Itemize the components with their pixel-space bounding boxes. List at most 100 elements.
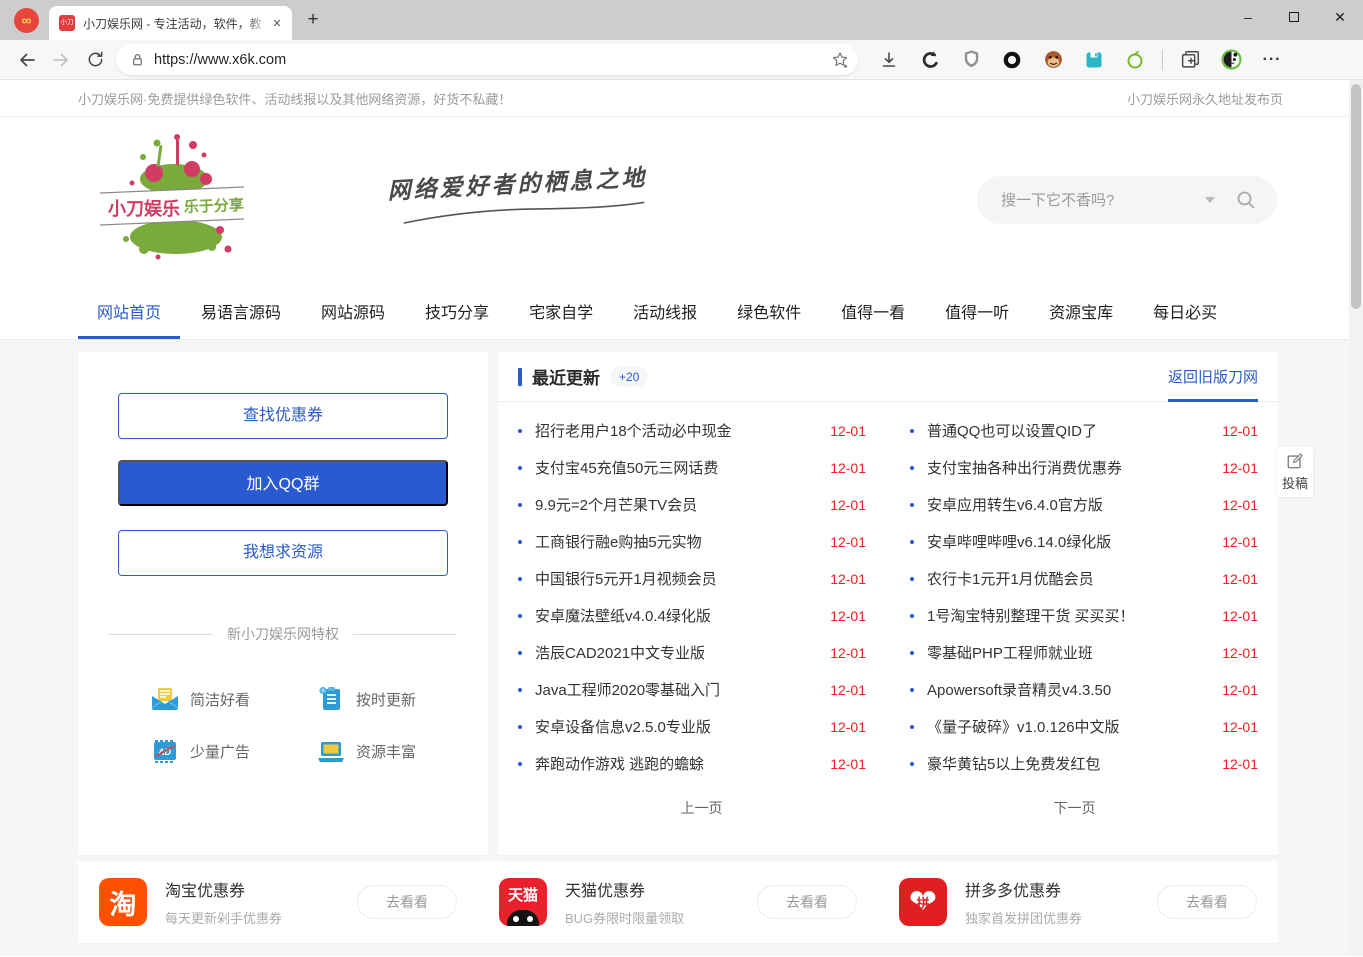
item-title[interactable]: 农行卡1元开1月优酷会员 bbox=[927, 568, 1212, 589]
extension-undo-button[interactable] bbox=[916, 46, 944, 74]
feature-label: 简洁好看 bbox=[190, 689, 250, 710]
search-icon[interactable] bbox=[1235, 189, 1257, 211]
item-title[interactable]: 《量子破碎》v1.0.126中文版 bbox=[927, 716, 1212, 737]
download-button[interactable] bbox=[875, 46, 903, 74]
forward-button[interactable] bbox=[44, 43, 78, 77]
nav-item-resource-treasury[interactable]: 资源宝库 bbox=[1049, 283, 1113, 339]
list-item[interactable]: 安卓魔法壁纸v4.0.4绿化版12-01 bbox=[518, 597, 866, 634]
list-item[interactable]: 豪华黄钻5以上免费发红包12-01 bbox=[910, 745, 1258, 782]
minimize-button[interactable]: – bbox=[1225, 0, 1271, 34]
list-item[interactable]: 浩辰CAD2021中文专业版12-01 bbox=[518, 634, 866, 671]
join-qq-group-button[interactable]: 加入QQ群 bbox=[118, 460, 448, 506]
list-item[interactable]: 安卓哔哩哔哩v6.14.0绿化版12-01 bbox=[910, 523, 1258, 560]
tab-close-icon[interactable]: ✕ bbox=[268, 14, 286, 32]
item-title[interactable]: Apowersoft录音精灵v4.3.50 bbox=[927, 679, 1212, 700]
item-title[interactable]: 安卓设备信息v2.5.0专业版 bbox=[535, 716, 820, 737]
announcement-bar: 小刀娱乐网·免费提供绿色软件、活动线报以及其他网络资源，好货不私藏！ 小刀娱乐网… bbox=[0, 80, 1363, 117]
submit-post-button[interactable]: 投稿 bbox=[1277, 447, 1313, 497]
extension-green-circle-button[interactable] bbox=[1121, 46, 1149, 74]
list-item[interactable]: 零基础PHP工程师就业班12-01 bbox=[910, 634, 1258, 671]
extension-panda-button[interactable] bbox=[1217, 46, 1245, 74]
item-title[interactable]: 普通QQ也可以设置QID了 bbox=[927, 420, 1212, 441]
item-title[interactable]: 1号淘宝特别整理干货 买买买！ bbox=[927, 605, 1212, 626]
site-logo[interactable]: 小刀娱乐 乐于分享 bbox=[96, 131, 248, 268]
list-item[interactable]: 农行卡1元开1月优酷会员12-01 bbox=[910, 560, 1258, 597]
bullet-icon bbox=[910, 688, 914, 692]
list-item[interactable]: 支付宝抽各种出行消费优惠券12-01 bbox=[910, 449, 1258, 486]
refresh-button[interactable] bbox=[78, 43, 112, 77]
pinduoduo-icon: ❤拼 bbox=[899, 878, 947, 926]
item-title[interactable]: 零基础PHP工程师就业班 bbox=[927, 642, 1212, 663]
item-title[interactable]: 支付宝45充值50元三网话费 bbox=[535, 457, 820, 478]
list-item[interactable]: 奔跑动作游戏 逃跑的蟾蜍12-01 bbox=[518, 745, 866, 782]
item-title[interactable]: Java工程师2020零基础入门 bbox=[535, 679, 820, 700]
item-title[interactable]: 中国银行5元开1月视频会员 bbox=[535, 568, 820, 589]
item-title[interactable]: 9.9元=2个月芒果TV会员 bbox=[535, 494, 820, 515]
list-item[interactable]: 普通QQ也可以设置QID了12-01 bbox=[910, 412, 1258, 449]
list-item[interactable]: 支付宝45充值50元三网话费12-01 bbox=[518, 449, 866, 486]
address-bar[interactable]: https://www.x6k.com bbox=[116, 44, 858, 75]
nav-item-green-software[interactable]: 绿色软件 bbox=[737, 283, 801, 339]
page-scrollbar[interactable] bbox=[1349, 80, 1363, 956]
list-item[interactable]: 安卓设备信息v2.5.0专业版12-01 bbox=[518, 708, 866, 745]
url-text[interactable]: https://www.x6k.com bbox=[154, 52, 830, 68]
nav-item-tips[interactable]: 技巧分享 bbox=[425, 283, 489, 339]
list-item[interactable]: 工商银行融e购抽5元实物12-01 bbox=[518, 523, 866, 560]
slogan-underline bbox=[399, 198, 649, 227]
toolbar-menu-button[interactable]: ··· bbox=[1258, 46, 1286, 74]
close-window-button[interactable]: ✕ bbox=[1317, 0, 1363, 34]
find-coupon-button[interactable]: 查找优惠券 bbox=[118, 393, 448, 439]
list-item[interactable]: 9.9元=2个月芒果TV会员12-01 bbox=[518, 486, 866, 523]
item-title[interactable]: 安卓哔哩哔哩v6.14.0绿化版 bbox=[927, 531, 1212, 552]
back-button[interactable] bbox=[10, 43, 44, 77]
collections-button[interactable] bbox=[1176, 46, 1204, 74]
extension-shield-button[interactable] bbox=[957, 46, 985, 74]
pdd-go-button[interactable]: 去看看 bbox=[1157, 885, 1257, 919]
scrollbar-thumb[interactable] bbox=[1351, 84, 1361, 309]
search-input[interactable] bbox=[1001, 192, 1205, 209]
item-title[interactable]: 豪华黄钻5以上免费发红包 bbox=[927, 753, 1212, 774]
item-title[interactable]: 工商银行融e购抽5元实物 bbox=[535, 531, 820, 552]
nav-item-home[interactable]: 网站首页 bbox=[97, 283, 161, 339]
list-item[interactable]: 中国银行5元开1月视频会员12-01 bbox=[518, 560, 866, 597]
nav-item-yuyan-source[interactable]: 易语言源码 bbox=[201, 283, 281, 339]
list-item[interactable]: 安卓应用转生v6.4.0官方版12-01 bbox=[910, 486, 1258, 523]
item-date: 12-01 bbox=[830, 423, 866, 439]
item-title[interactable]: 支付宝抽各种出行消费优惠券 bbox=[927, 457, 1212, 478]
item-title[interactable]: 奔跑动作游戏 逃跑的蟾蜍 bbox=[535, 753, 820, 774]
request-resource-button[interactable]: 我想求资源 bbox=[118, 530, 448, 576]
nav-item-daily-buy[interactable]: 每日必买 bbox=[1153, 283, 1217, 339]
extension-ring-button[interactable] bbox=[998, 46, 1026, 74]
nav-item-worth-listening[interactable]: 值得一听 bbox=[945, 283, 1009, 339]
next-page-button[interactable]: 下一页 bbox=[891, 791, 1258, 825]
old-version-link[interactable]: 返回旧版刀网 bbox=[1168, 353, 1258, 402]
tmall-go-button[interactable]: 去看看 bbox=[757, 885, 857, 919]
item-title[interactable]: 安卓应用转生v6.4.0官方版 bbox=[927, 494, 1212, 515]
profile-avatar-icon[interactable]: ∞ bbox=[14, 8, 39, 33]
list-item[interactable]: Java工程师2020零基础入门12-01 bbox=[518, 671, 866, 708]
bullet-icon bbox=[518, 614, 522, 618]
tmall-cat-icon bbox=[507, 910, 539, 926]
taobao-go-button[interactable]: 去看看 bbox=[357, 885, 457, 919]
list-item[interactable]: 1号淘宝特别整理干货 买买买！12-01 bbox=[910, 597, 1258, 634]
extension-save-button[interactable] bbox=[1080, 46, 1108, 74]
list-item[interactable]: 《量子破碎》v1.0.126中文版12-01 bbox=[910, 708, 1258, 745]
permanent-address-link[interactable]: 小刀娱乐网永久地址发布页 bbox=[1127, 89, 1283, 108]
nav-item-activities[interactable]: 活动线报 bbox=[633, 283, 697, 339]
coupon-title: 淘宝优惠券 bbox=[165, 877, 282, 901]
maximize-button[interactable] bbox=[1271, 0, 1317, 34]
nav-item-site-source[interactable]: 网站源码 bbox=[321, 283, 385, 339]
favorite-star-icon[interactable] bbox=[830, 50, 850, 70]
list-item[interactable]: 招行老用户18个活动必中现金 12-01 bbox=[518, 412, 866, 449]
item-title[interactable]: 安卓魔法壁纸v4.0.4绿化版 bbox=[535, 605, 820, 626]
new-tab-button[interactable]: + bbox=[298, 5, 328, 35]
extension-tampermonkey-button[interactable] bbox=[1039, 46, 1067, 74]
nav-item-home-learning[interactable]: 宅家自学 bbox=[529, 283, 593, 339]
list-item[interactable]: Apowersoft录音精灵v4.3.5012-01 bbox=[910, 671, 1258, 708]
item-title[interactable]: 招行老用户18个活动必中现金 bbox=[535, 420, 820, 441]
item-title[interactable]: 浩辰CAD2021中文专业版 bbox=[535, 642, 820, 663]
browser-tab[interactable]: 小刀 小刀娱乐网 - 专注活动，软件，教 ✕ bbox=[49, 6, 292, 40]
nav-item-worth-watching[interactable]: 值得一看 bbox=[841, 283, 905, 339]
prev-page-button[interactable]: 上一页 bbox=[518, 791, 885, 825]
chevron-down-icon[interactable] bbox=[1205, 197, 1215, 203]
